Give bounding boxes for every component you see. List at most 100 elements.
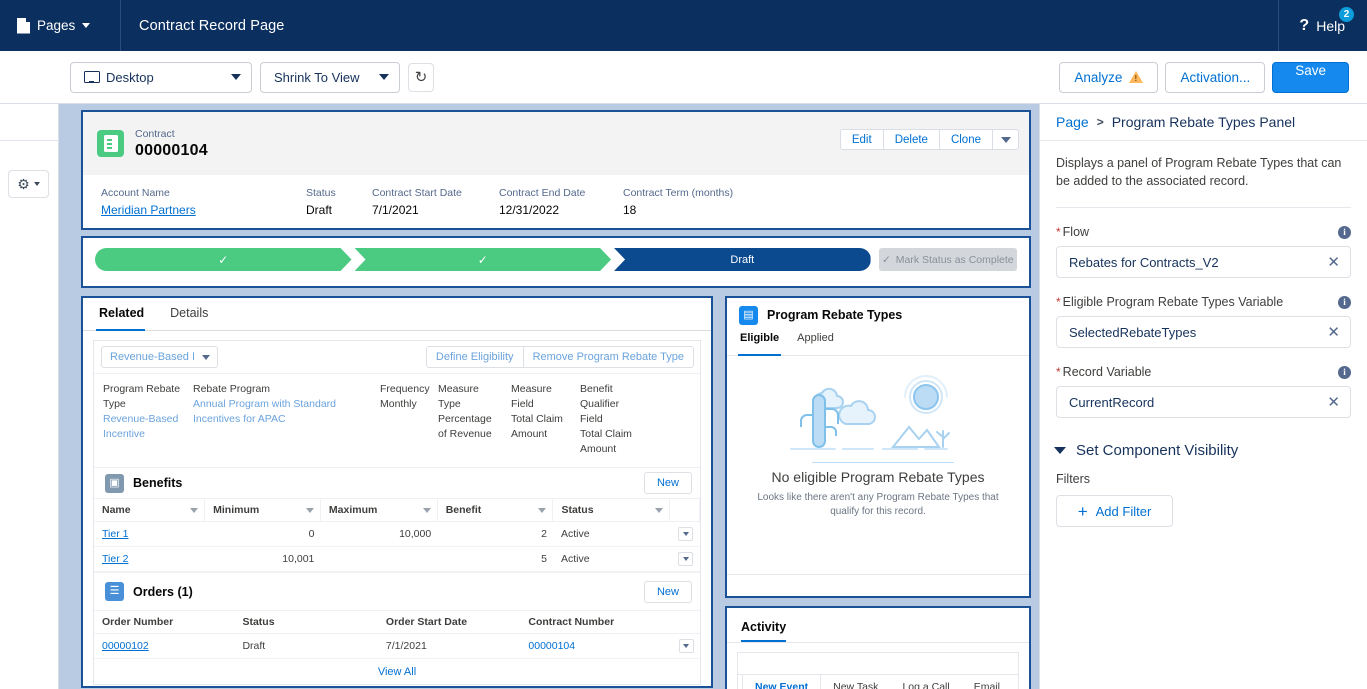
benefits-col-maximum[interactable]: Maximum [320, 499, 437, 522]
record-variable-input[interactable]: CurrentRecord ✕ [1056, 386, 1351, 418]
subtab-email[interactable]: Email [962, 675, 1012, 689]
orders-col-order-start-date[interactable]: Order Start Date [378, 611, 520, 634]
row-actions-button[interactable] [670, 522, 700, 547]
set-component-visibility-toggle[interactable]: Set Component Visibility [1054, 442, 1367, 459]
mark-complete-label: Mark Status as Complete [896, 254, 1014, 266]
help-button[interactable]: ? Help 2 [1278, 0, 1367, 51]
page-canvas[interactable]: Contract 00000104 Edit Delete Clone Acco… [59, 104, 1039, 689]
table-row[interactable]: 00000102 Draft 7/1/2021 00000104 [94, 634, 700, 659]
tab-related[interactable]: Related [99, 298, 156, 330]
row-actions-button[interactable] [670, 547, 700, 572]
benefits-col-minimum[interactable]: Minimum [205, 499, 321, 522]
rebate-col-rebate-program: Rebate Program Annual Program with Stand… [193, 382, 380, 457]
benefit-name[interactable]: Tier 2 [94, 547, 205, 572]
benefit-name[interactable]: Tier 1 [94, 522, 205, 547]
column-value[interactable]: Revenue-Based Incentive [103, 412, 183, 442]
order-contract-number[interactable]: 00000104 [520, 634, 670, 659]
page-title: Contract Record Page [121, 18, 284, 34]
table-row[interactable]: Tier 2 10,001 5 Active [94, 547, 700, 572]
main-tabset: Related Details [83, 298, 711, 331]
tab-eligible[interactable]: Eligible [740, 332, 779, 355]
refresh-button[interactable]: ↻ [408, 63, 434, 92]
subtab-log-a-call[interactable]: Log a Call [890, 675, 961, 689]
close-icon[interactable]: ✕ [1327, 395, 1340, 410]
properties-panel: Page > Program Rebate Types Panel Displa… [1039, 104, 1367, 689]
monitor-icon [84, 71, 98, 83]
activity-publisher-input[interactable] [738, 653, 1018, 675]
field-value[interactable]: Meridian Partners [101, 201, 306, 219]
tab-details[interactable]: Details [170, 298, 220, 330]
rebate-col-frequency: Frequency Monthly [380, 382, 438, 457]
path-stage-complete-2[interactable]: ✓ [355, 248, 612, 271]
remove-program-rebate-type-button[interactable]: Remove Program Rebate Type [523, 346, 694, 368]
record-header-component[interactable]: Contract 00000104 Edit Delete Clone Acco… [81, 110, 1031, 230]
path-stage-complete-1[interactable]: ✓ [95, 248, 352, 271]
benefits-icon: ▣ [105, 474, 124, 493]
info-icon[interactable]: i [1338, 366, 1351, 379]
benefits-col-benefit[interactable]: Benefit [437, 499, 553, 522]
device-selector[interactable]: Desktop [70, 62, 252, 93]
activation-button[interactable]: Activation... [1165, 62, 1265, 93]
benefits-new-button[interactable]: New [644, 472, 692, 494]
row-actions-button[interactable] [671, 634, 700, 659]
save-button[interactable]: Save [1272, 62, 1349, 93]
related-tabset-component[interactable]: Related Details Revenue-Based Incentiv D… [81, 296, 713, 688]
info-icon[interactable]: i [1338, 226, 1351, 239]
activity-component[interactable]: Activity New Event New Task Log a Call E… [725, 606, 1031, 689]
mark-status-complete-button[interactable]: ✓ Mark Status as Complete [879, 248, 1017, 271]
subtab-new-task[interactable]: New Task [821, 675, 890, 689]
orders-col-contract-number[interactable]: Contract Number [520, 611, 670, 634]
orders-view-all-link[interactable]: View All [94, 659, 700, 684]
gear-icon: ⚙ [17, 177, 30, 191]
tab-applied[interactable]: Applied [797, 332, 834, 355]
subtab-new-event[interactable]: New Event [742, 675, 821, 689]
rebate-col-measure-field: Measure Field Total Claim Amount [511, 382, 580, 457]
close-icon[interactable]: ✕ [1327, 255, 1340, 270]
program-rebate-types-panel-component[interactable]: ▤ Program Rebate Types Eligible Applied [725, 296, 1031, 598]
rebate-type-filter-dropdown[interactable]: Revenue-Based Incentiv [101, 346, 218, 368]
column-header: Program Rebate Type [103, 382, 183, 412]
chevron-down-icon [1001, 137, 1011, 143]
path-stage-current[interactable]: Draft [614, 248, 871, 271]
program-rebate-type-card: Revenue-Based Incentiv Define Eligibilit… [93, 340, 701, 685]
desert-cactus-illustration [783, 375, 973, 463]
column-value[interactable]: Annual Program with Standard Incentives … [193, 397, 370, 427]
orders-new-button[interactable]: New [644, 581, 692, 603]
benefits-col-name[interactable]: Name [94, 499, 205, 522]
order-number[interactable]: 00000102 [94, 634, 234, 659]
field-contract-end-date: Contract End Date 12/31/2022 [499, 186, 623, 219]
warning-triangle-icon [1129, 71, 1143, 83]
edit-button[interactable]: Edit [840, 129, 884, 150]
help-badge: 2 [1339, 7, 1354, 22]
plus-icon: + [1078, 503, 1088, 520]
clone-button[interactable]: Clone [939, 129, 993, 150]
save-label: Save [1295, 63, 1326, 78]
field-label: Contract Term (months) [623, 186, 733, 201]
chevron-down-icon [82, 23, 90, 28]
define-eligibility-button[interactable]: Define Eligibility [426, 346, 524, 368]
flow-input[interactable]: Rebates for Contracts_V2 ✕ [1056, 246, 1351, 278]
page-settings-button[interactable]: ⚙ [8, 170, 49, 198]
pages-menu-button[interactable]: Pages [0, 0, 121, 51]
delete-button[interactable]: Delete [883, 129, 940, 150]
rebate-card-actions: Define Eligibility Remove Program Rebate… [427, 346, 694, 368]
document-icon [17, 18, 30, 34]
eligible-types-variable-input[interactable]: SelectedRebateTypes ✕ [1056, 316, 1351, 348]
orders-col-status[interactable]: Status [234, 611, 377, 634]
benefits-col-status[interactable]: Status [553, 499, 670, 522]
add-filter-button[interactable]: + Add Filter [1056, 495, 1173, 527]
tab-activity[interactable]: Activity [741, 620, 786, 642]
field-label: Eligible Program Rebate Types Variable [1063, 295, 1338, 309]
view-scale-selector[interactable]: Shrink To View [260, 62, 400, 93]
table-row[interactable]: Tier 1 0 10,000 2 Active [94, 522, 700, 547]
info-icon[interactable]: i [1338, 296, 1351, 309]
path-component[interactable]: ✓ ✓ Draft ✓ Mark Status as Complete [81, 236, 1031, 288]
breadcrumb-page-link[interactable]: Page [1056, 114, 1089, 130]
field-label: Flow [1063, 225, 1338, 239]
benefit-maximum: 10,000 [320, 522, 437, 547]
analyze-button[interactable]: Analyze [1059, 62, 1158, 93]
eligible-types-variable-value: SelectedRebateTypes [1069, 325, 1327, 340]
orders-col-order-number[interactable]: Order Number [94, 611, 234, 634]
close-icon[interactable]: ✕ [1327, 325, 1340, 340]
more-actions-button[interactable] [992, 129, 1019, 150]
